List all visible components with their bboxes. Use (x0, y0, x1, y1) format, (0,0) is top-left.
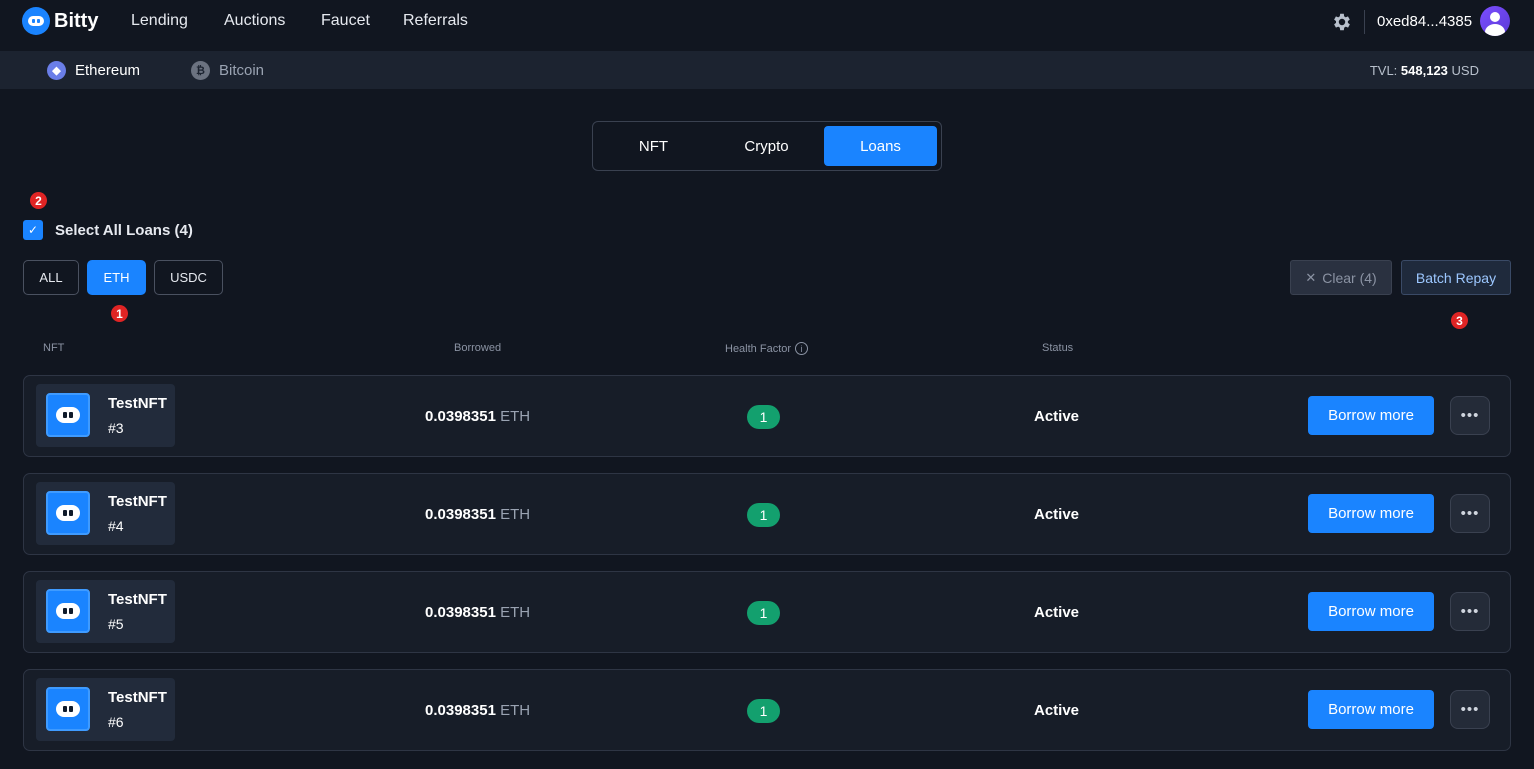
more-options-icon[interactable]: ••• (1450, 396, 1490, 435)
nft-name: TestNFT (108, 689, 167, 706)
borrowed-unit: ETH (500, 408, 531, 425)
borrow-more-button[interactable]: Borrow more (1308, 592, 1434, 631)
borrowed-value: 0.0398351 (425, 702, 496, 719)
nft-card[interactable]: TestNFT #5 (36, 580, 175, 643)
borrowed-amount: 0.0398351 ETH (425, 506, 530, 523)
column-header-nft: NFT (43, 342, 65, 354)
bitcoin-icon: ₿ (191, 61, 210, 80)
nft-card[interactable]: TestNFT #6 (36, 678, 175, 741)
borrowed-amount: 0.0398351 ETH (425, 408, 530, 425)
nav-link-lending[interactable]: Lending (131, 12, 188, 30)
nav-link-faucet[interactable]: Faucet (321, 12, 370, 30)
loan-row: TestNFT #4 0.0398351 ETH 1 Active Borrow… (23, 473, 1511, 555)
user-avatar-icon[interactable] (1480, 6, 1510, 36)
more-options-icon[interactable]: ••• (1450, 494, 1490, 533)
borrow-more-button[interactable]: Borrow more (1308, 396, 1434, 435)
nft-thumbnail-icon (46, 393, 90, 437)
borrow-more-button[interactable]: Borrow more (1308, 690, 1434, 729)
tab-loans[interactable]: Loans (824, 126, 937, 166)
annotation-marker-2: 2 (30, 192, 47, 209)
chain-tab-ethereum[interactable]: ◆ Ethereum (47, 61, 140, 80)
health-factor-badge: 1 (747, 503, 780, 527)
loan-status: Active (1034, 702, 1080, 719)
nft-id: #4 (108, 518, 124, 534)
tvl-summary: TVL: 548,123 USD (1370, 63, 1479, 78)
nft-id: #6 (108, 714, 124, 730)
nft-card[interactable]: TestNFT #3 (36, 384, 175, 447)
health-factor-label: Health Factor (725, 342, 792, 355)
column-header-borrowed: Borrowed (454, 342, 502, 354)
tvl-label: TVL: (1369, 63, 1398, 78)
clear-label: Clear (4) (1322, 269, 1377, 286)
more-options-icon[interactable]: ••• (1450, 690, 1490, 729)
annotation-marker-1: 1 (111, 305, 128, 322)
borrowed-amount: 0.0398351 ETH (425, 702, 530, 719)
nft-name: TestNFT (108, 591, 167, 608)
column-header-health-factor: Health Factor i (725, 342, 809, 355)
nft-name: TestNFT (108, 395, 167, 412)
loan-status: Active (1034, 408, 1080, 425)
wallet-address[interactable]: 0xed84...4385 (1377, 13, 1472, 30)
nft-id: #3 (108, 420, 124, 436)
loan-status: Active (1034, 506, 1080, 523)
close-icon: ✕ (1305, 269, 1317, 285)
health-factor-badge: 1 (747, 405, 780, 429)
borrowed-unit: ETH (500, 604, 531, 621)
borrowed-value: 0.0398351 (425, 604, 496, 621)
loan-row: TestNFT #6 0.0398351 ETH 1 Active Borrow… (23, 669, 1511, 751)
borrowed-unit: ETH (500, 702, 531, 719)
filter-eth[interactable]: ETH (87, 260, 146, 295)
tvl-unit: USD (1451, 63, 1479, 78)
borrow-more-button[interactable]: Borrow more (1308, 494, 1434, 533)
health-factor-badge: 1 (747, 699, 780, 723)
nav-divider (1364, 10, 1365, 34)
top-navbar: Bitty Lending Auctions Faucet Referrals … (0, 0, 1534, 44)
filter-all[interactable]: ALL (23, 260, 79, 295)
ethereum-icon: ◆ (47, 61, 66, 80)
nft-thumbnail-icon (46, 687, 90, 731)
nav-link-auctions[interactable]: Auctions (224, 12, 285, 30)
clear-selection-button[interactable]: ✕ Clear (4) (1290, 260, 1392, 295)
health-factor-badge: 1 (747, 601, 780, 625)
nav-link-referrals[interactable]: Referrals (403, 12, 468, 30)
select-all-loans[interactable]: ✓ Select All Loans (4) (23, 220, 193, 240)
nft-name: TestNFT (108, 493, 167, 510)
annotation-marker-3: 3 (1451, 312, 1468, 329)
nft-thumbnail-icon (46, 589, 90, 633)
chain-label: Bitcoin (219, 62, 265, 79)
loan-status: Active (1034, 604, 1080, 621)
asset-type-tabs: NFT Crypto Loans (592, 121, 942, 171)
loan-row: TestNFT #5 0.0398351 ETH 1 Active Borrow… (23, 571, 1511, 653)
bitty-logo-icon (22, 7, 50, 35)
settings-gear-icon[interactable] (1331, 11, 1353, 33)
app-logo[interactable]: Bitty (22, 7, 98, 35)
select-all-checkbox[interactable]: ✓ (23, 220, 43, 240)
nft-thumbnail-icon (46, 491, 90, 535)
app-name: Bitty (54, 9, 99, 32)
chain-tab-bitcoin[interactable]: ₿ Bitcoin (191, 61, 264, 80)
select-all-label: Select All Loans (4) (55, 221, 193, 239)
column-header-status: Status (1042, 342, 1074, 354)
info-icon[interactable]: i (795, 342, 809, 355)
nft-card[interactable]: TestNFT #4 (36, 482, 175, 545)
nft-id: #5 (108, 616, 124, 632)
filter-usdc[interactable]: USDC (154, 260, 223, 295)
borrowed-unit: ETH (500, 506, 531, 523)
tab-nft[interactable]: NFT (597, 126, 710, 166)
borrowed-amount: 0.0398351 ETH (425, 604, 530, 621)
chain-selector-bar: ◆ Ethereum ₿ Bitcoin TVL: 548,123 USD (0, 51, 1534, 89)
loan-row: TestNFT #3 0.0398351 ETH 1 Active Borrow… (23, 375, 1511, 457)
more-options-icon[interactable]: ••• (1450, 592, 1490, 631)
batch-repay-button[interactable]: Batch Repay (1401, 260, 1511, 295)
tvl-value: 548,123 (1400, 63, 1448, 78)
chain-label: Ethereum (75, 62, 141, 79)
tab-crypto[interactable]: Crypto (710, 126, 823, 166)
borrowed-value: 0.0398351 (425, 506, 496, 523)
borrowed-value: 0.0398351 (425, 408, 496, 425)
